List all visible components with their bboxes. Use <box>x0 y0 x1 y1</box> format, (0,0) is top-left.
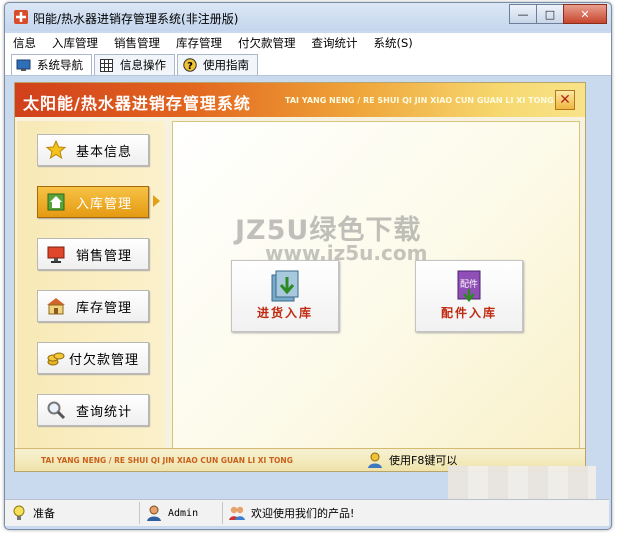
action-label: 配件入库 <box>440 306 497 320</box>
stock-in-icon <box>268 269 302 306</box>
menu-sales[interactable]: 销售管理 <box>106 35 168 51</box>
stock-in-button[interactable]: 进货入库 <box>231 260 339 332</box>
sidebar-item-payments[interactable]: 付欠款管理 <box>37 342 149 374</box>
status-message: 欢迎使用我们的产品! <box>223 502 354 524</box>
minimize-button[interactable]: — <box>509 4 537 24</box>
monitor-icon <box>46 244 66 264</box>
menu-stock-in[interactable]: 入库管理 <box>44 35 106 51</box>
status-message-text: 欢迎使用我们的产品! <box>251 507 355 520</box>
panel-subtitle: TAI YANG NENG / RE SHUI QI JIN XIAO CUN … <box>285 96 554 105</box>
parts-in-icon: 配件 <box>452 269 486 306</box>
lightbulb-icon <box>11 505 27 521</box>
warehouse-icon <box>46 296 66 316</box>
status-user-text: Admin <box>168 507 199 519</box>
parts-icon-text: 配件 <box>460 278 478 290</box>
menu-inventory[interactable]: 库存管理 <box>168 35 230 51</box>
monitor-icon <box>16 59 31 72</box>
tab-label: 使用指南 <box>203 58 249 72</box>
status-user: Admin <box>140 502 223 524</box>
panel-title: 太阳能/热水器进销存管理系统 <box>23 94 251 113</box>
title-bar[interactable]: 阳能/热水器进销存管理系统(非注册版) — □ ✕ <box>5 3 611 31</box>
footer-text: TAI YANG NENG / RE SHUI QI JIN XIAO CUN … <box>41 456 293 465</box>
close-button[interactable]: ✕ <box>563 4 607 24</box>
app-icon <box>13 9 29 25</box>
window-title: 阳能/热水器进销存管理系统(非注册版) <box>33 12 239 26</box>
user-icon <box>146 505 162 521</box>
sidebar-item-stock-in[interactable]: 入库管理 <box>37 186 149 218</box>
menu-bar: 信息 入库管理 销售管理 库存管理 付欠款管理 查询统计 系统(S) <box>5 33 611 53</box>
sidebar-item-label: 销售管理 <box>75 248 132 264</box>
action-label: 进货入库 <box>256 306 313 320</box>
svg-text:?: ? <box>187 61 193 72</box>
sidebar-item-label: 查询统计 <box>75 404 132 420</box>
sidebar-item-label: 库存管理 <box>75 300 132 316</box>
toolbar: 系统导航 信息操作 ? 使用指南 <box>5 53 611 76</box>
sidebar-item-inventory[interactable]: 库存管理 <box>37 290 149 322</box>
sidebar-item-label: 基本信息 <box>75 144 132 160</box>
menu-payments[interactable]: 付欠款管理 <box>230 35 304 51</box>
users-icon <box>229 505 245 521</box>
user-tip-icon <box>367 452 383 468</box>
panel-header: 太阳能/热水器进销存管理系统 TAI YANG NENG / RE SHUI Q… <box>15 83 585 117</box>
menu-query[interactable]: 查询统计 <box>304 35 366 51</box>
sidebar-item-basic-info[interactable]: 基本信息 <box>37 134 149 166</box>
active-indicator-arrow <box>153 195 160 207</box>
tab-label: 信息操作 <box>120 58 166 72</box>
sidebar-item-label: 付欠款管理 <box>68 352 139 368</box>
menu-system[interactable]: 系统(S) <box>366 35 421 51</box>
tab-label: 系统导航 <box>37 58 83 72</box>
status-ready: 准备 <box>5 502 140 524</box>
maximize-button[interactable]: □ <box>536 4 564 24</box>
footer-tip: 使用F8键可以 <box>367 452 457 468</box>
sidebar-item-label: 入库管理 <box>75 196 132 212</box>
sidebar-item-sales[interactable]: 销售管理 <box>37 238 149 270</box>
tab-info-operations[interactable]: 信息操作 <box>94 54 175 75</box>
house-icon <box>46 192 66 212</box>
menu-info[interactable]: 信息 <box>5 35 44 51</box>
status-bar: 准备 Admin 欢迎使用我们的产品! <box>5 499 609 526</box>
help-icon: ? <box>182 58 197 72</box>
coins-icon <box>46 348 66 368</box>
status-ready-text: 准备 <box>33 507 55 520</box>
grid-icon <box>99 58 114 72</box>
parts-in-button[interactable]: 配件 配件入库 <box>415 260 523 332</box>
tab-user-guide[interactable]: ? 使用指南 <box>177 54 258 75</box>
panel-close-button[interactable]: ✕ <box>555 90 575 110</box>
tab-system-navigation[interactable]: 系统导航 <box>11 54 92 75</box>
main-panel: 太阳能/热水器进销存管理系统 TAI YANG NENG / RE SHUI Q… <box>14 82 586 472</box>
star-icon <box>46 140 66 160</box>
magnifier-icon <box>46 400 66 420</box>
sidebar-item-query[interactable]: 查询统计 <box>37 394 149 426</box>
content-area: JZ5U绿色下载 www.jz5u.com 进货入库 配件 配件入库 <box>172 121 580 463</box>
sidebar: 基本信息 入库管理 销售管理 库存管理 付欠款管理 查询统计 <box>17 121 165 459</box>
